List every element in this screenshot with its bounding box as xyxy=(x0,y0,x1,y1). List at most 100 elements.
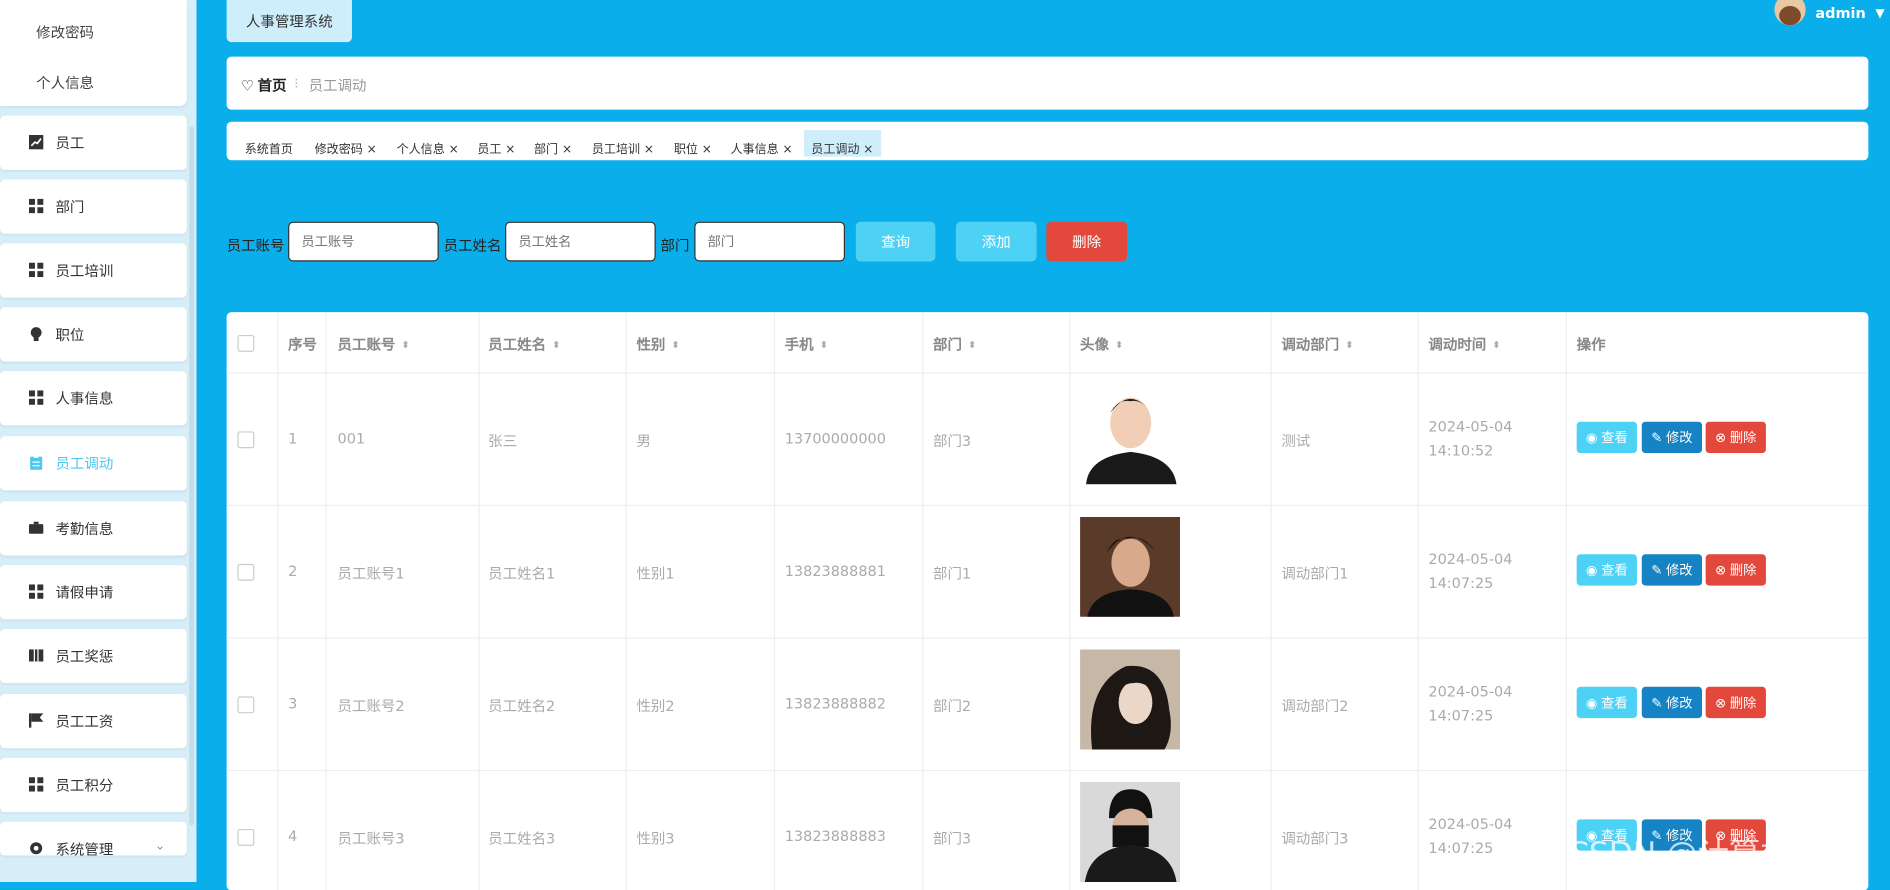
col-header-account[interactable]: 员工账号 ⬍ xyxy=(338,334,410,354)
sidebar-item-training[interactable]: 员工培训 xyxy=(0,243,187,298)
cog-icon xyxy=(29,841,43,855)
close-icon[interactable]: × xyxy=(702,143,712,156)
sidebar: 修改密码 个人信息 员工 部门 员工培训 职位 人事信息 员工调动 考勤信息 请… xyxy=(0,0,197,882)
row-checkbox[interactable] xyxy=(237,563,255,581)
row-delete-button[interactable]: ⊗ 删除 xyxy=(1705,421,1766,454)
cell-account: 员工账号3 xyxy=(337,830,405,848)
row-checkbox[interactable] xyxy=(237,828,255,846)
cell-phone: 13823888881 xyxy=(784,562,886,580)
sidebar-item-salary[interactable]: 员工工资 xyxy=(0,694,187,749)
sidebar-item-reward[interactable]: 员工奖惩 xyxy=(0,628,187,684)
add-button[interactable]: 添加 xyxy=(955,221,1037,262)
col-header-phone[interactable]: 手机 ⬍ xyxy=(785,334,828,354)
cell-target-dept: 调动部门1 xyxy=(1281,565,1349,582)
tab-change-password[interactable]: 修改密码 × xyxy=(315,139,377,156)
delete-button[interactable]: 删除 xyxy=(1046,221,1128,262)
cell-gender: 性别2 xyxy=(636,697,675,715)
chart-icon xyxy=(28,134,44,150)
avatar-photo xyxy=(1081,384,1182,485)
sidebar-item-system[interactable]: 系统管理 ⌄ xyxy=(0,821,187,856)
cell-account: 员工账号1 xyxy=(337,565,405,582)
eye-icon: ◉ xyxy=(1585,429,1598,446)
clipboard-icon xyxy=(29,455,43,470)
close-icon[interactable]: × xyxy=(449,143,459,156)
tab-profile[interactable]: 个人信息 × xyxy=(397,139,459,156)
heart-icon: ♡ xyxy=(241,76,255,94)
sidebar-item-hr-info[interactable]: 人事信息 xyxy=(0,371,187,426)
avatar-photo xyxy=(1080,516,1181,617)
edit-button[interactable]: ✎ 修改 xyxy=(1641,686,1703,719)
eye-icon: ◉ xyxy=(1585,694,1598,711)
name-search-input[interactable] xyxy=(505,221,656,262)
tab-employee[interactable]: 员工 × xyxy=(477,139,515,156)
breadcrumb-home[interactable]: ♡ 首页 xyxy=(241,75,287,95)
cell-time: 2024-05-04 14:10:52 xyxy=(1428,418,1513,460)
view-button[interactable]: ◉ 查看 xyxy=(1576,554,1637,586)
cell-account: 001 xyxy=(337,430,366,448)
data-table: 序号 员工账号 ⬍ 员工姓名 ⬍ 性别 ⬍ 手机 ⬍ 部门 ⬍ 头像 ⬍ 调动部门 ⬍ 调动时… xyxy=(226,312,1869,890)
name-label: 员工姓名 xyxy=(443,237,502,255)
sidebar-item-department[interactable]: 部门 xyxy=(0,179,187,234)
account-search-input[interactable] xyxy=(288,221,439,262)
query-button[interactable]: 查询 xyxy=(855,221,936,262)
sidebar-item-points[interactable]: 员工积分 xyxy=(0,757,187,813)
pencil-icon: ✎ xyxy=(1651,429,1663,446)
tab-training[interactable]: 员工培训 × xyxy=(592,139,654,156)
row-checkbox[interactable] xyxy=(237,431,255,449)
sidebar-item-employee[interactable]: 员工 xyxy=(0,115,187,170)
grid-icon xyxy=(28,584,44,599)
edit-button[interactable]: ✎ 修改 xyxy=(1641,554,1703,586)
col-header-name[interactable]: 员工姓名 ⬍ xyxy=(488,334,560,354)
tab-transfer[interactable]: 员工调动 × xyxy=(804,130,881,157)
cell-no: 1 xyxy=(288,430,298,448)
dept-search-input[interactable] xyxy=(694,221,845,262)
col-header-time[interactable]: 调动时间 ⬍ xyxy=(1428,334,1500,354)
cell-name: 员工姓名2 xyxy=(488,697,556,715)
close-icon[interactable]: × xyxy=(783,143,793,156)
sidebar-subitem-change-password[interactable]: 修改密码 xyxy=(36,22,94,42)
tab-department[interactable]: 部门 × xyxy=(534,139,572,156)
cell-name: 员工姓名1 xyxy=(488,565,556,582)
close-icon[interactable]: × xyxy=(562,143,572,156)
row-checkbox[interactable] xyxy=(237,696,255,714)
sidebar-item-label: 请假申请 xyxy=(55,584,114,602)
close-icon[interactable]: × xyxy=(367,143,377,156)
close-icon[interactable]: × xyxy=(644,143,654,156)
col-header-avatar[interactable]: 头像 ⬍ xyxy=(1080,334,1123,354)
sidebar-scrollbar[interactable] xyxy=(189,126,195,826)
edit-button[interactable]: ✎ 修改 xyxy=(1641,421,1703,454)
close-icon[interactable]: × xyxy=(505,143,515,156)
sidebar-item-position[interactable]: 职位 xyxy=(0,307,187,362)
view-button[interactable]: ◉ 查看 xyxy=(1576,686,1637,719)
cell-no: 4 xyxy=(288,827,298,845)
cell-dept: 部门3 xyxy=(932,830,972,848)
sidebar-item-attendance[interactable]: 考勤信息 xyxy=(0,501,187,556)
avatar xyxy=(1774,0,1806,26)
book-icon xyxy=(28,648,44,662)
col-header-dept[interactable]: 部门 ⬍ xyxy=(933,334,976,354)
cell-phone: 13823888883 xyxy=(784,827,886,845)
tab-home[interactable]: 系统首页 xyxy=(245,139,293,156)
breadcrumb: ♡ 首页 ⁝ 员工调动 xyxy=(226,56,1869,110)
user-menu[interactable]: admin ▼ xyxy=(1774,0,1885,27)
sidebar-item-transfer[interactable]: 员工调动 xyxy=(0,436,187,491)
row-delete-button[interactable]: ⊗ 删除 xyxy=(1705,554,1766,586)
col-header-gender[interactable]: 性别 ⬍ xyxy=(636,334,679,354)
sidebar-submenu: 修改密码 个人信息 xyxy=(0,0,187,107)
select-all-checkbox[interactable] xyxy=(237,334,255,352)
col-header-target-dept[interactable]: 调动部门 ⬍ xyxy=(1281,334,1353,354)
avatar-photo xyxy=(1080,649,1181,750)
sort-icon: ⬍ xyxy=(671,339,680,351)
row-delete-button[interactable]: ⊗ 删除 xyxy=(1705,686,1766,719)
flag-icon xyxy=(28,713,44,728)
view-button[interactable]: ◉ 查看 xyxy=(1576,421,1637,454)
sidebar-subitem-profile[interactable]: 个人信息 xyxy=(36,72,94,92)
sidebar-item-leave[interactable]: 请假申请 xyxy=(0,565,187,620)
cell-time: 2024-05-04 14:07:25 xyxy=(1428,550,1513,592)
sidebar-item-label: 员工积分 xyxy=(55,777,114,795)
tab-hr-info[interactable]: 人事信息 × xyxy=(730,139,793,156)
close-icon[interactable]: × xyxy=(863,143,873,156)
cell-gender: 性别1 xyxy=(636,565,675,582)
tab-position[interactable]: 职位 × xyxy=(674,139,712,156)
cell-no: 3 xyxy=(288,695,298,713)
